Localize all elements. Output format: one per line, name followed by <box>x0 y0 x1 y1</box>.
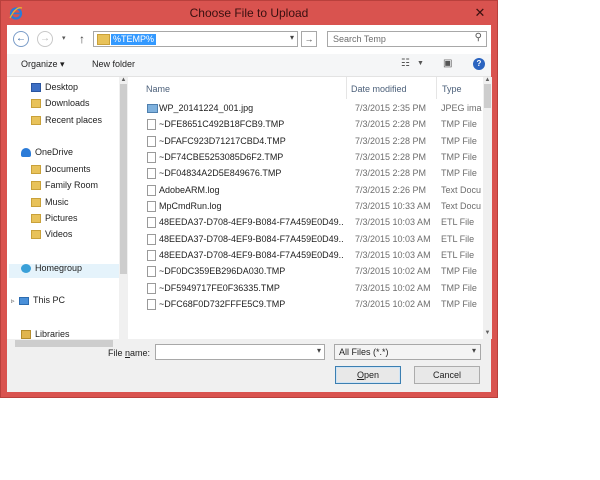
file-row[interactable]: ~DFAFC923D71217CBD4.TMP 7/3/2015 2:28 PM T… <box>144 133 483 149</box>
chevron-down-icon[interactable]: ▾ <box>317 346 321 355</box>
file-name-label: File name: <box>108 348 151 358</box>
homegroup-icon <box>21 264 31 274</box>
nav-item-music[interactable]: Music <box>31 195 69 209</box>
folder-icon <box>31 181 41 191</box>
go-button[interactable]: → <box>301 31 317 47</box>
libraries-icon <box>21 330 31 340</box>
downloads-icon <box>31 99 41 109</box>
scroll-down-icon[interactable]: ▼ <box>483 330 492 336</box>
preview-pane-icon[interactable]: ▣ <box>443 58 452 69</box>
file-row[interactable]: 48EEDA37-D708-4EF9-B084-F7A459E0D49... 7/… <box>144 214 483 230</box>
file-row[interactable]: ~DFE8651C492B18FCB9.TMP 7/3/2015 2:28 PM T… <box>144 116 483 132</box>
up-one-level-button[interactable]: ↑ <box>76 31 88 47</box>
nav-item-homegroup[interactable]: Homegroup <box>21 261 82 275</box>
expand-arrow-icon[interactable]: ▹ <box>11 295 19 309</box>
file-type-select[interactable]: All Files (*.*) ▾ <box>334 344 481 360</box>
file-icon <box>147 250 156 261</box>
nav-item-pictures[interactable]: Pictures <box>31 211 78 225</box>
file-icon <box>147 217 156 228</box>
file-icon <box>147 299 156 310</box>
nav-item-documents[interactable]: Documents <box>31 162 91 176</box>
search-icon[interactable]: ⚲ <box>475 32 482 43</box>
scrollbar-thumb[interactable] <box>15 340 113 347</box>
navigation-pane: Desktop Downloads Recent places OneDrive… <box>7 77 128 340</box>
nav-item-videos[interactable]: Videos <box>31 227 72 241</box>
cancel-button[interactable]: Cancel <box>414 366 480 384</box>
chevron-down-icon[interactable]: ▾ <box>472 346 476 355</box>
help-icon[interactable]: ? <box>473 58 485 70</box>
file-list-scrollbar[interactable]: ▲ ▼ <box>483 77 492 339</box>
file-name-field[interactable]: ▾ <box>155 344 325 360</box>
folder-icon <box>31 230 41 240</box>
close-icon[interactable]: ✕ <box>471 5 489 21</box>
file-icon <box>147 119 156 130</box>
scrollbar-thumb[interactable] <box>120 84 127 274</box>
folder-icon <box>31 165 41 175</box>
column-header-type[interactable]: Type <box>442 81 462 97</box>
search-box[interactable]: ⚲ <box>327 31 487 47</box>
file-row[interactable]: 48EEDA37-D708-4EF9-B084-F7A459E0D49... 7/… <box>144 231 483 247</box>
organize-button[interactable]: Organize ▾ <box>21 59 65 70</box>
column-divider[interactable] <box>436 77 437 99</box>
scroll-up-icon[interactable]: ▲ <box>119 77 128 83</box>
file-row[interactable]: WP_20141224_001.jpg 7/3/2015 2:35 PM JPEG … <box>144 100 483 116</box>
address-path[interactable]: %TEMP% <box>111 34 157 45</box>
open-button[interactable]: Open <box>335 366 401 384</box>
file-icon <box>147 266 156 277</box>
forward-button[interactable]: → <box>37 31 53 47</box>
text-file-icon <box>147 201 156 212</box>
file-icon <box>147 283 156 294</box>
nav-item-family-room[interactable]: Family Room <box>31 178 98 192</box>
nav-item-recent-places[interactable]: Recent places <box>31 113 102 127</box>
view-options-chevron-icon[interactable]: ▼ <box>417 60 424 67</box>
nav-item-this-pc[interactable]: ▹ This PC <box>11 293 65 307</box>
window-title: Choose File to Upload <box>189 6 309 20</box>
file-row[interactable]: MpCmdRun.log 7/3/2015 10:33 AM Text Docu <box>144 198 483 214</box>
text-file-icon <box>147 185 156 196</box>
recent-locations-dropdown[interactable]: ▾ <box>62 34 66 42</box>
file-row[interactable]: ~DF04834A2D5E849676.TMP 7/3/2015 2:28 PM T… <box>144 165 483 181</box>
file-row[interactable]: ~DF0DC359EB296DA030.TMP 7/3/2015 10:02 AM… <box>144 263 483 279</box>
search-input[interactable] <box>333 33 463 45</box>
file-list: Name Date modified Type WP_20141224_001.… <box>136 77 483 339</box>
new-folder-button[interactable]: New folder <box>92 59 135 69</box>
image-file-icon <box>147 104 158 113</box>
nav-item-desktop[interactable]: Desktop <box>31 80 78 94</box>
file-row[interactable]: 48EEDA37-D708-4EF9-B084-F7A459E0D49... 7/… <box>144 247 483 263</box>
scroll-up-icon[interactable]: ▲ <box>483 77 492 83</box>
folder-icon <box>31 198 41 208</box>
column-divider[interactable] <box>346 77 347 99</box>
file-icon <box>147 234 156 245</box>
column-header-date-modified[interactable]: Date modified <box>351 81 407 97</box>
file-icon <box>147 168 156 179</box>
file-row[interactable]: AdobeARM.log 7/3/2015 2:26 PM Text Docu <box>144 182 483 198</box>
file-row[interactable]: ~DFC68F0D732FFFE5C9.TMP 7/3/2015 10:02 AM… <box>144 296 483 312</box>
dialog-window: Choose File to Upload ✕ ← → ▾ ↑ %TEMP% ▾… <box>0 0 498 398</box>
file-icon <box>147 152 156 163</box>
dialog-client-area: ← → ▾ ↑ %TEMP% ▾ → ⚲ Organize ▾ New fold… <box>7 25 492 392</box>
scrollbar-thumb[interactable] <box>484 84 491 108</box>
column-header-name[interactable]: Name <box>146 81 170 97</box>
this-pc-icon <box>19 296 29 305</box>
back-button[interactable]: ← <box>13 31 29 47</box>
title-bar[interactable]: Choose File to Upload ✕ <box>1 1 497 25</box>
command-toolbar: Organize ▾ New folder ☷ ▼ ▣ ? <box>7 54 491 77</box>
nav-pane-scrollbar[interactable]: ▲ <box>119 77 128 339</box>
nav-item-onedrive[interactable]: OneDrive <box>21 145 73 159</box>
nav-item-downloads[interactable]: Downloads <box>31 96 90 110</box>
file-row[interactable]: ~DF5949717FE0F36335.TMP 7/3/2015 10:02 AM… <box>144 280 483 296</box>
folder-icon <box>31 214 41 224</box>
file-icon <box>147 136 156 147</box>
onedrive-icon <box>21 148 31 158</box>
desktop-icon <box>31 83 41 93</box>
recent-places-icon <box>31 116 41 126</box>
change-view-icon[interactable]: ☷ <box>401 58 410 69</box>
file-row[interactable]: ~DF74CBE5253085D6F2.TMP 7/3/2015 2:28 PM T… <box>144 149 483 165</box>
folder-icon <box>97 34 110 45</box>
address-bar[interactable]: %TEMP% ▾ <box>93 31 298 47</box>
chevron-down-icon[interactable]: ▾ <box>290 33 294 42</box>
